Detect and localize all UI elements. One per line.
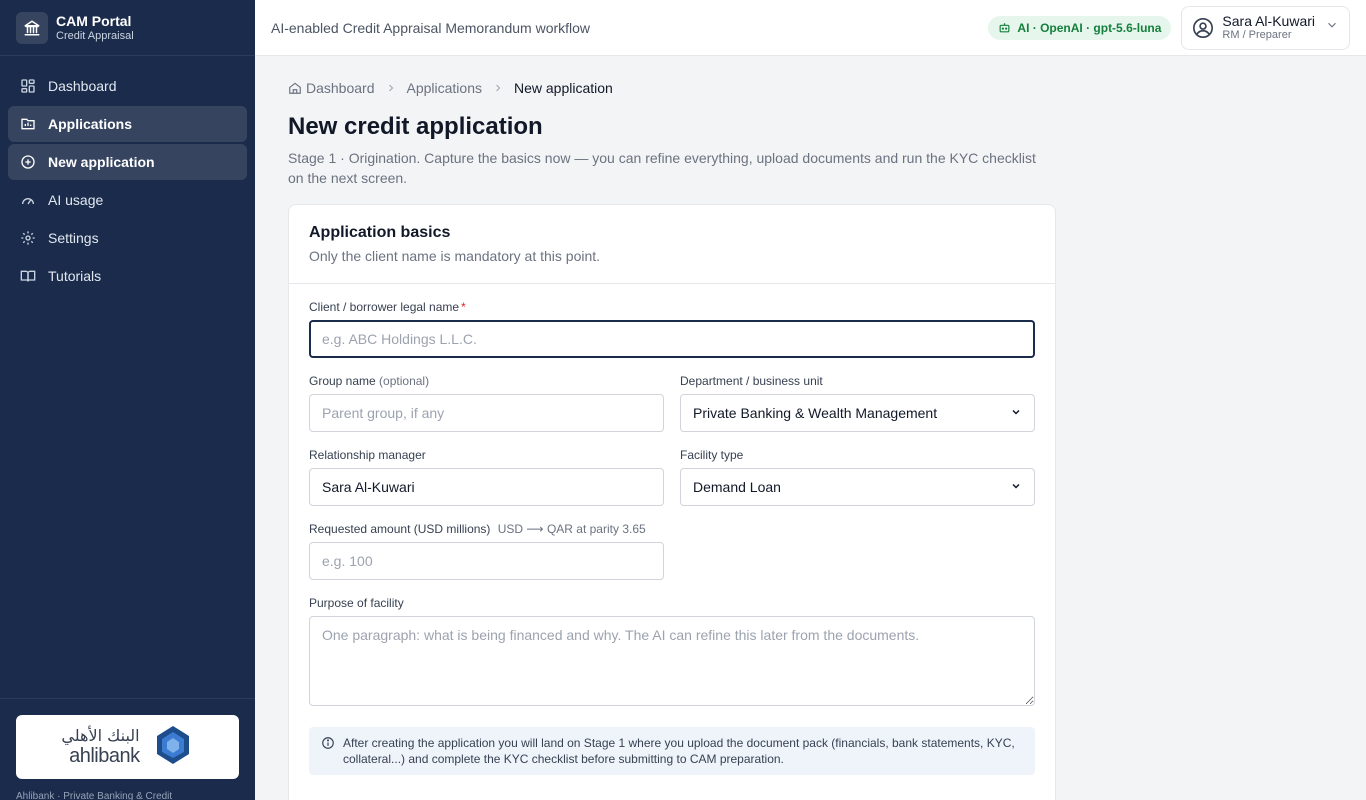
folder-chart-icon: [20, 116, 36, 132]
facility-type-label: Facility type: [680, 448, 744, 462]
brand-title: CAM Portal: [56, 12, 132, 29]
sidebar-item-dashboard[interactable]: Dashboard: [8, 68, 247, 104]
sidebar-item-label: Dashboard: [48, 78, 117, 94]
group-name-input[interactable]: [309, 394, 664, 432]
breadcrumb-dashboard[interactable]: Dashboard: [288, 80, 375, 96]
chevron-right-icon: [385, 82, 397, 94]
user-name: Sara Al-Kuwari: [1222, 13, 1315, 29]
gear-icon: [20, 230, 36, 246]
sidebar-item-settings[interactable]: Settings: [8, 220, 247, 256]
department-selected-value: Private Banking & Wealth Management: [693, 405, 938, 421]
required-marker: *: [461, 300, 466, 314]
topbar-title: AI-enabled Credit Appraisal Memorandum w…: [271, 19, 591, 36]
card-subtitle: Only the client name is mandatory at thi…: [309, 248, 601, 264]
info-notice-text: After creating the application you will …: [343, 736, 1015, 766]
requested-amount-label-text: Requested amount (USD millions): [309, 522, 491, 536]
dashboard-icon: [20, 78, 36, 94]
facility-type-select[interactable]: Demand Loan: [680, 468, 1035, 506]
user-role: RM / Preparer: [1222, 29, 1292, 41]
user-menu[interactable]: Sara Al-Kuwari RM / Preparer: [1181, 5, 1350, 50]
card-body: Client / borrower legal name* Group name…: [289, 284, 1055, 791]
info-icon: [321, 736, 335, 767]
brand[interactable]: CAM Portal Credit Appraisal: [0, 0, 255, 56]
card-title: Application basics: [309, 224, 451, 241]
gauge-icon: [20, 192, 36, 208]
optional-marker: (optional): [379, 374, 430, 388]
chevron-down-icon: [1010, 405, 1022, 421]
department-select[interactable]: Private Banking & Wealth Management: [680, 394, 1035, 432]
bank-name-arabic: البنك الأهلي: [61, 726, 140, 745]
user-avatar-icon: [1192, 17, 1214, 39]
group-name-label: Group name (optional): [309, 374, 664, 388]
sidebar-item-ai-usage[interactable]: AI usage: [8, 182, 247, 218]
form-row-rm-facility: Relationship manager Facility type Deman…: [309, 448, 1035, 506]
breadcrumb-dashboard-label: Dashboard: [306, 80, 375, 96]
card-header: Application basics Only the client name …: [289, 205, 1055, 284]
relationship-manager-label: Relationship manager: [309, 448, 426, 462]
sidebar-item-tutorials[interactable]: Tutorials: [8, 258, 247, 294]
sidebar-nav: Dashboard Applications New application A…: [0, 56, 255, 308]
sidebar-footer-text: Ahlibank · Private Banking & Credit: [16, 791, 173, 800]
robot-icon: [998, 21, 1011, 34]
home-icon: [288, 81, 302, 95]
brand-subtitle: Credit Appraisal: [56, 29, 134, 42]
sidebar-item-label: Settings: [48, 230, 99, 246]
chevron-down-icon: [1325, 18, 1339, 37]
book-icon: [20, 268, 36, 284]
sidebar-item-label: AI usage: [48, 192, 104, 208]
requested-amount-label: Requested amount (USD millions) USD ⟶ QA…: [309, 522, 664, 536]
sidebar-item-label: Tutorials: [48, 268, 102, 284]
chevron-right-icon: [492, 82, 504, 94]
sidebar-item-label: New application: [48, 154, 155, 170]
facility-type-selected-value: Demand Loan: [693, 479, 781, 495]
plus-circle-icon: [20, 154, 36, 170]
bank-logo-icon: [152, 724, 194, 771]
department-label: Department / business unit: [680, 374, 823, 388]
sidebar: CAM Portal Credit Appraisal Dashboard Ap…: [0, 0, 255, 800]
breadcrumb-applications[interactable]: Applications: [407, 80, 483, 96]
topbar: AI-enabled Credit Appraisal Memorandum w…: [255, 0, 1366, 56]
chevron-down-icon: [1010, 479, 1022, 495]
breadcrumb-current: New application: [514, 80, 613, 96]
info-notice: After creating the application you will …: [309, 727, 1035, 775]
page-title: New credit application: [288, 113, 543, 140]
form-row-group-department: Group name (optional) Department / busin…: [309, 374, 1035, 432]
bank-name-english: ahlibank: [69, 745, 140, 767]
sidebar-footer: البنك الأهلي ahlibank Ahlibank · Private…: [0, 698, 255, 800]
sidebar-item-new-application[interactable]: New application: [8, 144, 247, 180]
purpose-label: Purpose of facility: [309, 596, 404, 610]
purpose-textarea[interactable]: [309, 616, 1035, 706]
form-row-amount: Requested amount (USD millions) USD ⟶ QA…: [309, 522, 1035, 580]
bank-logo-card: البنك الأهلي ahlibank: [16, 715, 239, 779]
currency-parity-hint: USD ⟶ QAR at parity 3.65: [497, 522, 646, 536]
client-name-label-text: Client / borrower legal name: [309, 300, 460, 314]
page-description: Stage 1 · Origination. Capture the basic…: [288, 150, 1036, 186]
relationship-manager-input[interactable]: [309, 468, 664, 506]
sidebar-item-applications[interactable]: Applications: [8, 106, 247, 142]
sidebar-item-label: Applications: [48, 116, 133, 132]
breadcrumb: Dashboard Applications New application: [288, 78, 1333, 98]
bank-building-icon: [16, 11, 48, 44]
main-content: Dashboard Applications New application N…: [255, 56, 1366, 800]
application-basics-card: Application basics Only the client name …: [288, 204, 1056, 800]
ai-badge-label: AI · OpenAI · gpt-5.6-luna: [1017, 20, 1162, 35]
ai-status-badge: AI · OpenAI · gpt-5.6-luna: [988, 15, 1172, 40]
client-name-label: Client / borrower legal name *: [309, 300, 1035, 314]
group-name-label-text: Group name: [309, 374, 376, 388]
requested-amount-input[interactable]: [309, 542, 664, 580]
client-name-input[interactable]: [309, 320, 1035, 358]
